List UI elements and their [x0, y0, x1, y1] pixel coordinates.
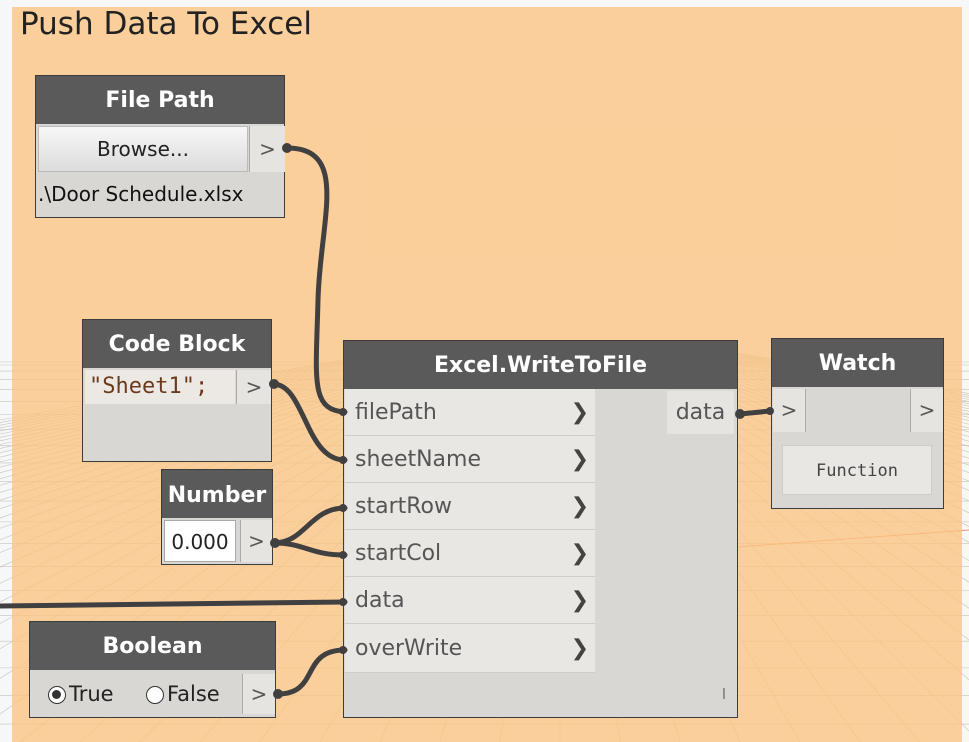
watch-node-title[interactable]: Watch	[772, 339, 943, 387]
code-block-editor[interactable]: "Sheet1";	[85, 370, 235, 404]
port-label: startRow	[355, 494, 452, 519]
watch-node[interactable]: Watch > > Function	[771, 338, 944, 509]
chevron-right-icon: ❯	[570, 494, 589, 519]
input-port-sheetname[interactable]: sheetName ❯	[345, 436, 595, 483]
excel-write-to-file-node[interactable]: Excel.WriteToFile filePath ❯ sheetName ❯…	[343, 340, 738, 718]
input-port-filepath[interactable]: filePath ❯	[345, 389, 595, 436]
number-output-port[interactable]: >	[240, 520, 272, 562]
chevron-right-icon: ❯	[570, 588, 589, 613]
file-path-node[interactable]: File Path Browse... > .\Door Schedule.xl…	[35, 75, 285, 218]
workspace-canvas[interactable]: Push Data To Excel File Path Browse... >…	[0, 0, 969, 742]
port-label: startCol	[355, 541, 442, 566]
code-block-output-port[interactable]: >	[236, 370, 271, 404]
lacing-indicator[interactable]: l	[722, 687, 726, 703]
watch-output-port[interactable]: >	[910, 389, 943, 432]
watch-input-port[interactable]: >	[773, 389, 806, 432]
port-label: data	[355, 588, 405, 613]
browse-button[interactable]: Browse...	[38, 126, 248, 172]
chevron-right-icon: ❯	[570, 636, 589, 661]
number-input[interactable]: 0.000	[164, 520, 236, 562]
chevron-right-icon: ❯	[570, 447, 589, 472]
boolean-node-title[interactable]: Boolean	[30, 622, 275, 670]
code-block-node-title[interactable]: Code Block	[83, 320, 271, 368]
watch-value-display: Function	[782, 445, 932, 495]
true-label: True	[69, 682, 114, 706]
input-port-overwrite[interactable]: overWrite ❯	[345, 624, 595, 673]
input-port-startcol[interactable]: startCol ❯	[345, 530, 595, 577]
true-radio-option[interactable]: True	[48, 679, 114, 709]
code-block-node[interactable]: Code Block "Sheet1"; >	[82, 319, 272, 462]
radio-selected-icon[interactable]	[48, 686, 66, 704]
false-label: False	[167, 682, 220, 706]
port-label: sheetName	[355, 447, 482, 472]
excel-node-title[interactable]: Excel.WriteToFile	[344, 341, 737, 389]
radio-unselected-icon[interactable]	[146, 686, 164, 704]
boolean-node[interactable]: Boolean True False >	[29, 621, 276, 718]
output-port-data[interactable]: data	[667, 391, 734, 434]
input-port-startrow[interactable]: startRow ❯	[345, 483, 595, 530]
number-node-title[interactable]: Number	[162, 470, 272, 518]
port-label: filePath	[355, 400, 437, 425]
file-path-output-port[interactable]: >	[249, 126, 285, 172]
file-path-value: .\Door Schedule.xlsx	[38, 182, 244, 206]
file-path-node-title[interactable]: File Path	[36, 76, 284, 124]
port-label: overWrite	[355, 636, 463, 661]
input-port-data[interactable]: data ❯	[345, 577, 595, 624]
chevron-right-icon: ❯	[570, 400, 589, 425]
false-radio-option[interactable]: False	[146, 679, 220, 709]
number-node[interactable]: Number 0.000 >	[161, 469, 273, 565]
boolean-output-port[interactable]: >	[242, 674, 275, 714]
chevron-right-icon: ❯	[570, 541, 589, 566]
group-title[interactable]: Push Data To Excel	[20, 6, 312, 42]
